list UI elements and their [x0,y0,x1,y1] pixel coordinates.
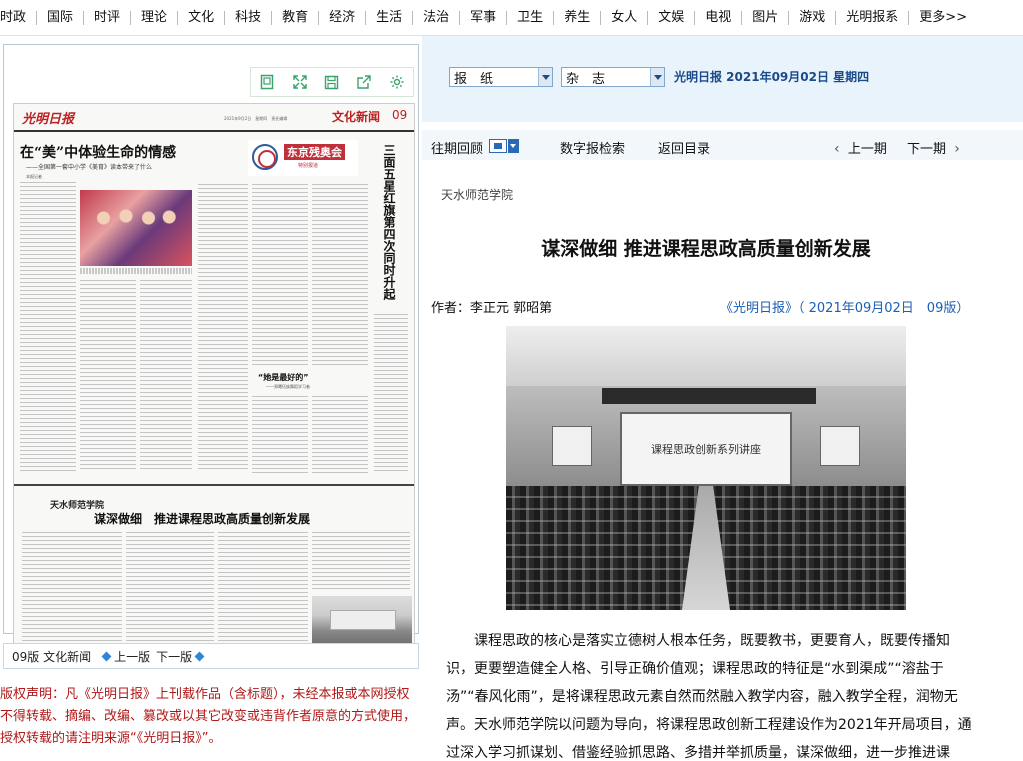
photo-screen-text: 课程思政创新系列讲座 [651,443,761,456]
page-author-1: 本报记者 [26,174,98,179]
nav-item-lilun[interactable]: 理论 [131,10,179,25]
nav-item-jiaoyu[interactable]: 教育 [272,10,320,25]
next-edition-label: 下一版 [156,649,193,664]
page-headline-2[interactable]: 谋深做细 推进课程思政高质量创新发展 [94,510,310,527]
photo-ceiling [506,326,906,386]
paralympics-subtitle: 特别报道 [298,163,319,169]
paralympics-banner[interactable]: 东京残奥会 特别报道 [248,140,358,176]
page-dateline: 2021年9月2日 星期四 责任编辑 [224,116,288,121]
nav-item-yangsheng[interactable]: 养生 [554,10,602,25]
chevron-left-icon: ‹ [834,141,840,157]
nav-item-youxi[interactable]: 游戏 [789,10,837,25]
text-column [252,396,308,474]
article-title: 谋深做细 推进课程思政高质量创新发展 [541,238,871,260]
copyright-notice: 版权声明：凡《光明日报》上刊载作品（含标题），未经本报或本网授权不得转载、摘编、… [0,687,417,746]
calendar-dropdown-icon[interactable] [508,139,519,153]
digital-search-link[interactable]: 数字报检索 [560,138,625,157]
text-column [312,532,410,592]
settings-gear-icon[interactable] [388,73,406,91]
nav-item-dianshi[interactable]: 电视 [695,10,743,25]
share-icon[interactable] [355,73,373,91]
issue-date-label: 光明日报 2021年09月02日 星期四 [674,70,870,84]
photo-side-screen [552,426,592,466]
prev-edition-label: 上一版 [114,649,151,664]
chevron-down-icon [538,68,552,86]
text-column [312,184,368,366]
newspaper-viewer: 光明日报 2021年9月2日 星期四 责任编辑 文化新闻 09 在“美”中体验生… [3,44,419,669]
nav-item-weisheng[interactable]: 卫生 [507,10,555,25]
page-subheadline-1: ——全国第一套中小学《美育》读本带来了什么 [26,164,153,171]
text-column [374,314,408,474]
magazine-select-value: 杂 志 [566,71,606,87]
nav-item-junshi[interactable]: 军事 [460,10,508,25]
edition-pager: 09版 文化新闻 上一版 下一版 [3,643,419,669]
nav-item-keji[interactable]: 科技 [225,10,273,25]
nav-item-guoji[interactable]: 国际 [37,10,85,25]
next-issue-label: 下一期 [907,142,947,157]
text-column [312,396,368,474]
photo-caption [80,268,192,274]
prev-edition-link[interactable]: 上一版 [99,648,150,665]
back-to-toc-link[interactable]: 返回目录 [658,138,710,157]
page-headline-quote[interactable]: “她是最好的” [258,372,309,383]
nav-item-fazhi[interactable]: 法治 [413,10,461,25]
fullscreen-icon[interactable] [291,73,309,91]
nav-item-shenghuo[interactable]: 生活 [366,10,414,25]
nav-item-shizheng[interactable]: 时政 [0,10,38,25]
photo-side-screen [820,426,860,466]
text-column [252,184,308,366]
article-author: 作者：李正元 郭昭第 [431,301,553,316]
text-column [20,182,76,472]
current-edition-label: 09版 文化新闻 [12,649,92,664]
nav-item-wenyu[interactable]: 文娱 [648,10,696,25]
newspaper-page-image[interactable]: 光明日报 2021年9月2日 星期四 责任编辑 文化新闻 09 在“美”中体验生… [13,103,415,669]
nav-item-more[interactable]: 更多>> [909,10,977,25]
page-number: 09 [392,108,408,122]
paralympics-title: 东京残奥会 [284,144,345,160]
next-issue-link[interactable]: 下一期 › [907,138,960,157]
page-vertical-headline[interactable]: 三面五星红旗第四次同时升起 [380,144,396,300]
prev-issue-label: 上一期 [847,142,887,157]
calendar-icon[interactable] [489,139,507,153]
single-page-icon[interactable] [258,73,276,91]
nav-item-tupian[interactable]: 图片 [742,10,790,25]
save-icon[interactable] [323,73,341,91]
page-subheadline-quote: ——郑曦伍族舞蹈学习者 [266,384,310,389]
newspaper-select-value: 报 纸 [454,71,494,87]
article-source-link[interactable]: 《光明日报》（ 2021年09月02日 09版） [720,297,969,316]
photo-banner [602,388,816,404]
nav-item-jingji[interactable]: 经济 [319,10,367,25]
nav-item-nvren[interactable]: 女人 [601,10,649,25]
photo-main-screen: 课程思政创新系列讲座 [620,412,792,486]
nav-item-wenhua[interactable]: 文化 [178,10,226,25]
prev-issue-link[interactable]: ‹ 上一期 [834,138,887,157]
viewer-toolbar [250,67,414,97]
next-edition-link[interactable]: 下一版 [156,648,207,665]
text-column [198,184,248,472]
article-photo[interactable]: 课程思政创新系列讲座 [506,326,906,610]
text-column [80,280,136,472]
nav-item-shiping[interactable]: 时评 [84,10,132,25]
page-section-name: 文化新闻 [332,110,381,124]
chevron-down-icon [650,68,664,86]
page-headline-1[interactable]: 在“美”中体验生命的情感 [20,142,176,162]
text-column [140,280,192,472]
nav-item-guangming-baoxi[interactable]: 光明报系 [836,10,910,25]
top-nav: 时政 国际 时评 理论 文化 科技 教育 经济 生活 法治 军事 卫生 养生 女… [0,0,1023,36]
paralympics-emblem-icon [252,144,278,170]
chevron-right-icon: › [954,141,960,157]
newspaper-logo: 光明日报 [22,112,75,127]
article-school: 天水师范学院 [441,188,514,202]
newspaper-select[interactable]: 报 纸 [449,67,553,87]
archive-link[interactable]: 往期回顾 [431,138,483,157]
diamond-icon [101,651,112,661]
page-photo-students[interactable] [80,190,192,266]
diamond-icon [194,651,205,661]
article-body: 课程思政的核心是落实立德树人根本任务，既要教书，更要育人，既要传播知识，更要塑造… [446,633,972,761]
page-divider [14,484,414,486]
magazine-select[interactable]: 杂 志 [561,67,665,87]
page-masthead: 光明日报 2021年9月2日 星期四 责任编辑 文化新闻 09 [14,104,414,132]
